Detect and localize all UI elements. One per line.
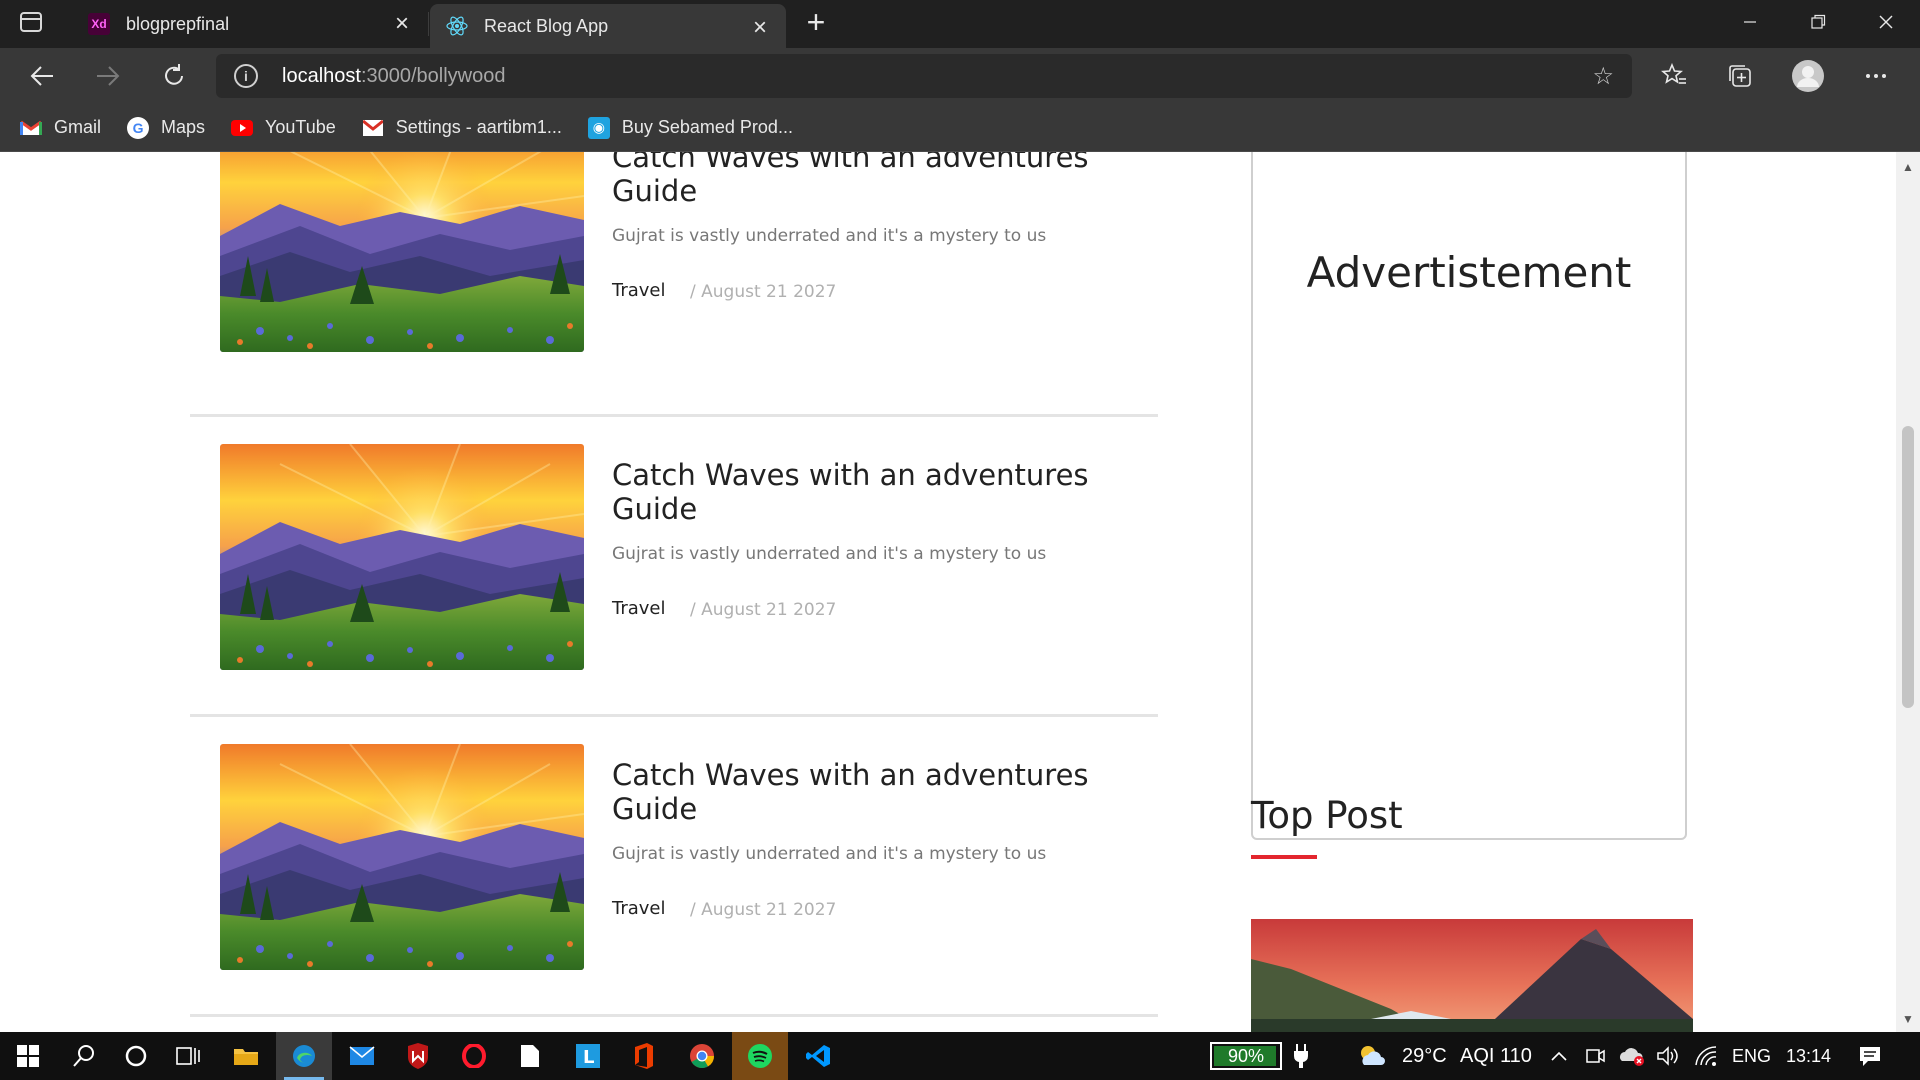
advertisement-title: Advertistement <box>1306 248 1632 297</box>
tab-actions-icon[interactable] <box>20 12 50 36</box>
top-post-image[interactable] <box>1251 919 1693 1032</box>
close-tab-icon[interactable]: × <box>748 16 772 40</box>
scroll-up-icon[interactable]: ▲ <box>1902 160 1914 174</box>
mail-icon[interactable] <box>334 1032 390 1080</box>
post-thumbnail[interactable] <box>220 444 584 670</box>
clock[interactable]: 13:14 <box>1786 1032 1831 1080</box>
post-date: / August 21 2027 <box>690 282 837 302</box>
post-card[interactable]: Catch Waves with an adventures Guide Guj… <box>220 744 1120 970</box>
post-category[interactable]: Travel <box>612 598 666 619</box>
post-excerpt: Gujrat is vastly underrated and it's a m… <box>612 844 1047 864</box>
minimize-icon[interactable] <box>1716 0 1784 44</box>
adobe-xd-icon: Xd <box>88 13 110 35</box>
bookmark-youtube[interactable]: YouTube <box>231 117 336 139</box>
post-thumbnail[interactable] <box>220 744 584 970</box>
post-card[interactable]: Catch Waves with an adventures Guide Guj… <box>220 152 1120 352</box>
lens-app-icon[interactable]: L <box>560 1032 616 1080</box>
react-icon <box>446 15 468 37</box>
new-tab-icon[interactable]: + <box>800 6 832 40</box>
post-divider <box>190 1014 1158 1017</box>
post-title[interactable]: Catch Waves with an adventures Guide <box>612 152 1112 208</box>
opera-icon[interactable] <box>446 1032 502 1080</box>
edge-browser-icon[interactable] <box>276 1032 332 1080</box>
windows-start-icon[interactable] <box>0 1032 56 1080</box>
navigation-bar: i localhost:3000/bollywood ☆ <box>0 48 1920 104</box>
url-text[interactable]: localhost:3000/bollywood <box>282 65 506 88</box>
heading-underline <box>1251 855 1317 859</box>
bookmark-sebamed[interactable]: ◉ Buy Sebamed Prod... <box>587 116 793 139</box>
restore-icon[interactable] <box>1784 0 1852 44</box>
close-window-icon[interactable] <box>1852 0 1920 44</box>
scrollbar-thumb[interactable] <box>1902 426 1914 708</box>
post-title[interactable]: Catch Waves with an adventures Guide <box>612 458 1112 526</box>
address-bar[interactable]: i localhost:3000/bollywood ☆ <box>216 54 1632 98</box>
tab-strip: Xd blogprepfinal × React Blog App × + <box>0 0 1920 48</box>
gmail-icon <box>362 117 384 139</box>
youtube-icon <box>231 117 254 139</box>
show-hidden-icons-icon[interactable] <box>1550 1032 1568 1080</box>
post-divider <box>190 414 1158 417</box>
advertisement-box: Advertistement <box>1251 152 1687 840</box>
favorites-icon[interactable] <box>1656 58 1692 94</box>
volume-icon[interactable] <box>1656 1032 1680 1080</box>
page-scrollbar[interactable]: ▲ ▼ <box>1896 152 1920 1032</box>
post-excerpt: Gujrat is vastly underrated and it's a m… <box>612 544 1047 564</box>
task-view-icon[interactable] <box>160 1032 216 1080</box>
onedrive-error-icon[interactable] <box>1618 1032 1646 1080</box>
bookmark-settings-gmail[interactable]: Settings - aartibm1... <box>362 117 562 139</box>
post-date: / August 21 2027 <box>690 600 837 620</box>
wifi-icon[interactable] <box>1694 1032 1718 1080</box>
post-divider <box>190 714 1158 717</box>
top-post-heading: Top Post <box>1251 794 1403 837</box>
language-indicator[interactable]: ENG <box>1732 1032 1771 1080</box>
mcafee-icon[interactable] <box>390 1032 446 1080</box>
post-category[interactable]: Travel <box>612 280 666 301</box>
tab-title: blogprepfinal <box>126 13 230 34</box>
refresh-icon[interactable] <box>156 58 192 94</box>
scroll-down-icon[interactable]: ▼ <box>1902 1012 1914 1026</box>
chrome-icon[interactable] <box>674 1032 730 1080</box>
notepad-icon[interactable] <box>502 1032 558 1080</box>
battery-indicator[interactable]: 90% <box>1210 1042 1282 1070</box>
profile-avatar-icon[interactable] <box>1790 58 1826 94</box>
post-category[interactable]: Travel <box>612 898 666 919</box>
tab-title: React Blog App <box>484 15 609 36</box>
cortana-icon[interactable] <box>108 1032 164 1080</box>
weather-icon[interactable] <box>1356 1032 1388 1080</box>
air-quality-index[interactable]: AQI 110 <box>1460 1032 1532 1080</box>
collections-icon[interactable] <box>1722 58 1758 94</box>
notifications-icon[interactable] <box>1858 1032 1882 1080</box>
page-viewport: Catch Waves with an adventures Guide Guj… <box>0 152 1920 1032</box>
tab-blogprepfinal[interactable]: Xd blogprepfinal × <box>72 0 429 48</box>
post-excerpt: Gujrat is vastly underrated and it's a m… <box>612 226 1047 246</box>
office-icon[interactable] <box>616 1032 672 1080</box>
file-explorer-icon[interactable] <box>218 1032 274 1080</box>
bookmark-maps[interactable]: G Maps <box>127 116 205 139</box>
post-date: / August 21 2027 <box>690 900 837 920</box>
post-thumbnail[interactable] <box>220 152 584 352</box>
weather-temperature[interactable]: 29°C <box>1402 1032 1447 1080</box>
store-icon: ◉ <box>587 116 610 139</box>
post-card[interactable]: Catch Waves with an adventures Guide Guj… <box>220 444 1120 670</box>
more-menu-icon[interactable] <box>1858 58 1894 94</box>
gmail-icon <box>20 117 42 139</box>
back-icon[interactable] <box>24 58 60 94</box>
google-icon: G <box>127 116 150 139</box>
spotify-icon[interactable] <box>732 1032 788 1080</box>
tab-react-blog-app[interactable]: React Blog App × <box>430 4 786 48</box>
site-info-icon[interactable]: i <box>234 64 258 88</box>
forward-icon[interactable] <box>90 58 126 94</box>
add-favorite-icon[interactable]: ☆ <box>1592 62 1614 91</box>
post-title[interactable]: Catch Waves with an adventures Guide <box>612 758 1112 826</box>
meet-now-icon[interactable] <box>1584 1032 1606 1080</box>
windows-taskbar: L 90% 29°C AQI 110 ENG 13:14 <box>0 1032 1920 1080</box>
svg-text:L: L <box>583 1047 594 1068</box>
bookmarks-bar: Gmail G Maps YouTube Settings - aartibm1… <box>0 104 1920 152</box>
close-tab-icon[interactable]: × <box>390 12 414 36</box>
search-icon[interactable] <box>56 1032 112 1080</box>
bookmark-gmail[interactable]: Gmail <box>20 117 101 139</box>
vscode-icon[interactable] <box>790 1032 846 1080</box>
power-plug-icon <box>1292 1032 1310 1080</box>
